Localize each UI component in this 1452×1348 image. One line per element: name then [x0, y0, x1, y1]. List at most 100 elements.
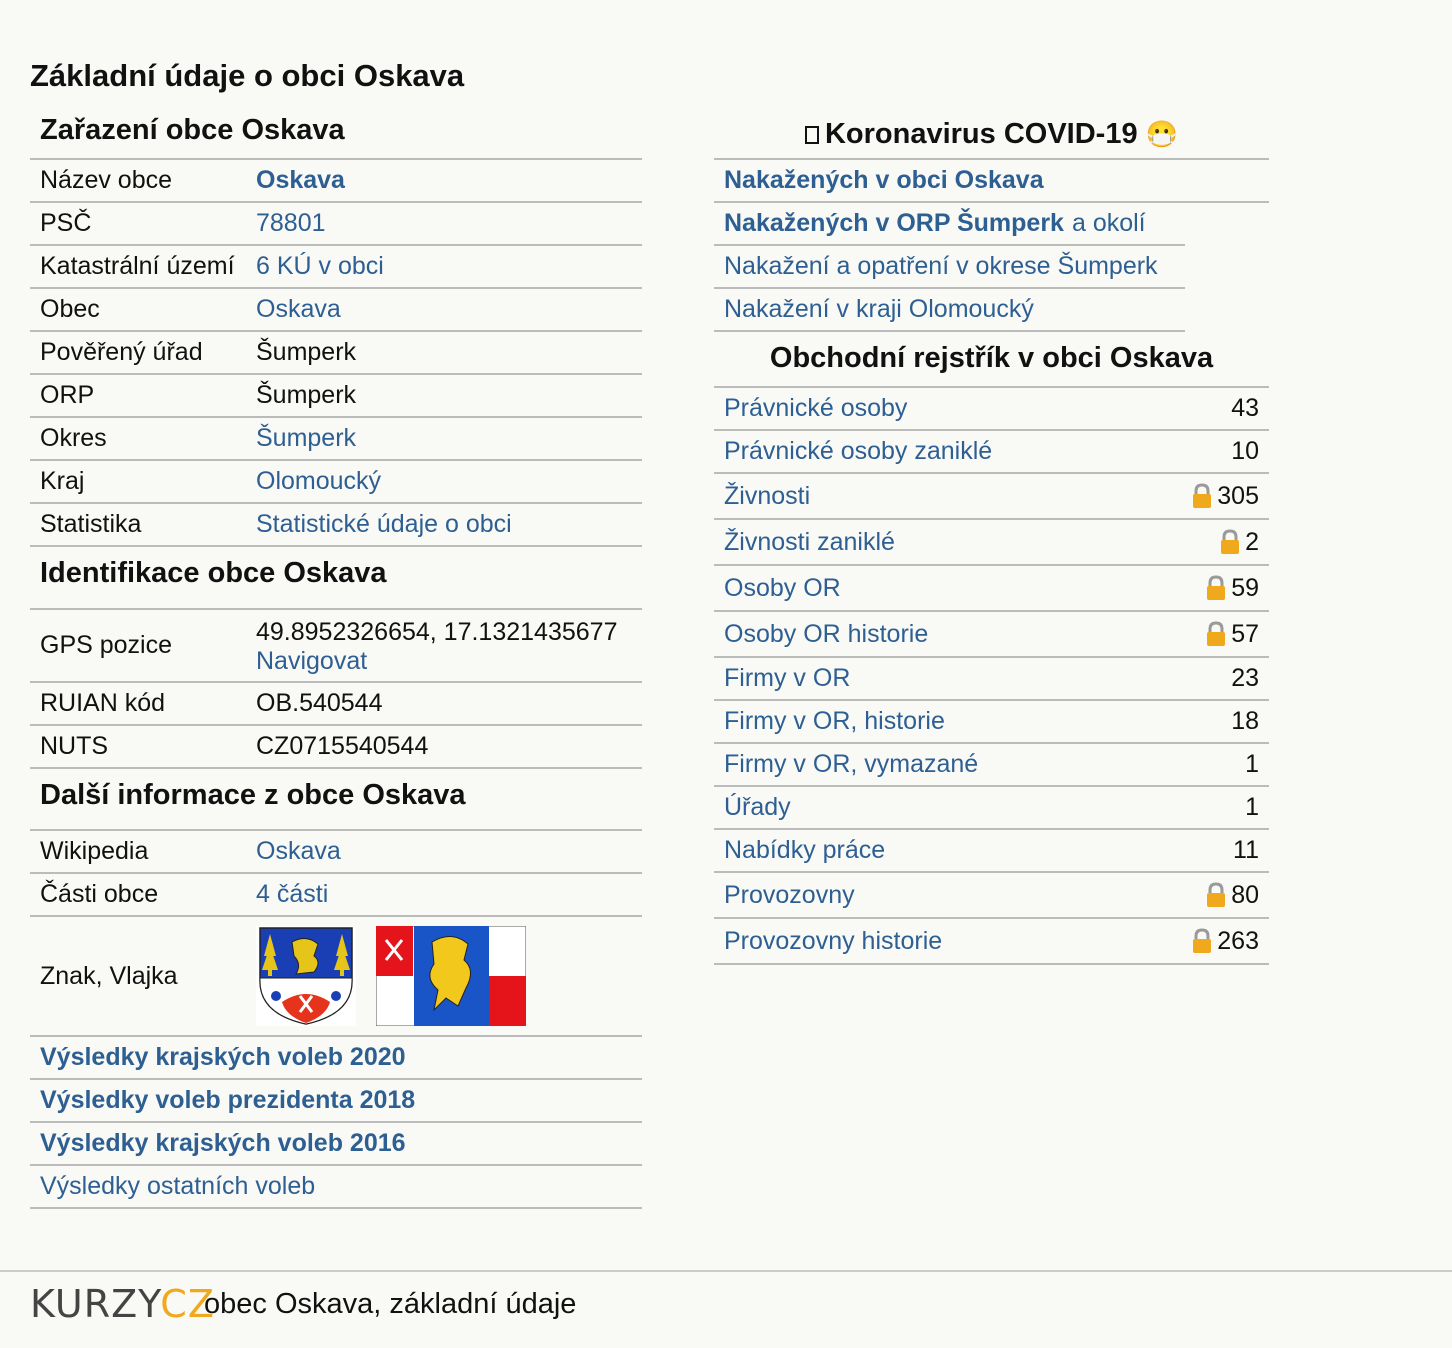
obec-link-2[interactable]: Oskava	[256, 295, 642, 324]
rejstrik-count-cell: 18	[1231, 707, 1259, 736]
rejstrik-row: Nabídky práce 11	[714, 830, 1269, 873]
covid-okres-link[interactable]: Nakažení a opatření v okrese Šumperk	[724, 252, 1158, 281]
identifikace-title: Identifikace obce Oskava	[30, 547, 642, 610]
rejstrik-link[interactable]: Osoby OR historie	[724, 620, 928, 649]
row-okres: Okres Šumperk	[30, 418, 642, 461]
rejstrik-count-cell: 43	[1231, 394, 1259, 423]
covid-obec-link[interactable]: Nakažených v obci Oskava	[724, 166, 1044, 195]
right-column: Koronavirus COVID-19 😷 Nakažených v obci…	[714, 108, 1269, 965]
rejstrik-link[interactable]: Právnické osoby	[724, 394, 907, 423]
lock-icon	[1193, 483, 1212, 508]
rejstrik-link[interactable]: Firmy v OR, historie	[724, 707, 945, 736]
value: Šumperk	[256, 381, 357, 409]
label: Znak, Vlajka	[40, 961, 178, 990]
psc-link[interactable]: 78801	[256, 209, 642, 238]
mask-face-icon: 😷	[1145, 119, 1179, 149]
label: GPS pozice	[40, 631, 173, 659]
label: Katastrální území	[40, 252, 235, 280]
virus-icon	[804, 126, 819, 145]
left-column: Zařazení obce Oskava Název obce Oskava P…	[30, 108, 642, 1209]
navigovat-link[interactable]: Navigovat	[256, 647, 367, 675]
label: Části obce	[40, 880, 159, 908]
rejstrik-link[interactable]: Úřady	[724, 793, 791, 822]
row-kraj: Kraj Olomoucký	[30, 461, 642, 504]
kurzy-logo[interactable]: KURZYCZ	[30, 1282, 215, 1326]
value: OB.540544	[256, 689, 383, 717]
emblems	[256, 926, 642, 1026]
label: Obec	[40, 295, 100, 323]
wikipedia-link[interactable]: Oskava	[256, 837, 642, 866]
lock-icon	[1193, 928, 1212, 953]
covid-title-text: Koronavirus COVID-19	[824, 118, 1138, 150]
lock-icon	[1221, 529, 1240, 554]
row-katastr: Katastrální území 6 KÚ v obci	[30, 246, 642, 289]
rejstrik-link[interactable]: Firmy v OR	[724, 664, 850, 693]
volby-ostatni-link[interactable]: Výsledky ostatních voleb	[30, 1166, 642, 1209]
rejstrik-row: Právnické osoby 43	[714, 388, 1269, 431]
covid-kraj-link[interactable]: Nakažení v kraji Olomoucký	[724, 295, 1034, 324]
rejstrik-link[interactable]: Firmy v OR, vymazané	[724, 750, 978, 779]
rejstrik-link[interactable]: Živnosti	[724, 482, 810, 511]
rejstrik-count: 305	[1217, 481, 1259, 510]
obec-link[interactable]: Oskava	[256, 166, 642, 195]
casti-link[interactable]: 4 části	[256, 880, 642, 909]
flag-icon[interactable]	[376, 926, 526, 1026]
rejstrik-count: 80	[1231, 880, 1259, 909]
katastr-link[interactable]: 6 KÚ v obci	[256, 252, 642, 281]
value: Šumperk	[256, 338, 357, 366]
rejstrik-count-cell: 23	[1231, 664, 1259, 693]
label: Okres	[40, 424, 107, 452]
lock-icon	[1207, 575, 1226, 600]
rejstrik-row: Právnické osoby zaniklé 10	[714, 431, 1269, 474]
row-nazev-obce: Název obce Oskava	[30, 160, 642, 203]
rejstrik-row: Osoby OR historie 57	[714, 612, 1269, 658]
rejstrik-link[interactable]: Živnosti zaniklé	[724, 528, 895, 557]
rejstrik-row: Úřady 1	[714, 787, 1269, 830]
label: PSČ	[40, 209, 92, 237]
kraj-link[interactable]: Olomoucký	[256, 467, 642, 496]
rejstrik-link[interactable]: Nabídky práce	[724, 836, 885, 865]
dalsi-title: Další informace z obce Oskava	[30, 769, 642, 831]
volby-2020-link[interactable]: Výsledky krajských voleb 2020	[30, 1037, 642, 1080]
rejstrik-count-cell: 10	[1231, 437, 1259, 466]
rejstrik-row: Firmy v OR 23	[714, 658, 1269, 701]
rejstrik-link[interactable]: Provozovny historie	[724, 927, 942, 956]
statistika-link[interactable]: Statistické údaje o obci	[256, 510, 642, 539]
label: RUIAN kód	[40, 689, 166, 717]
rejstrik-row: Živnosti 305	[714, 474, 1269, 520]
footer: KURZYCZ obec Oskava, základní údaje	[0, 1270, 1452, 1348]
rejstrik-count: 10	[1231, 437, 1259, 465]
covid-title: Koronavirus COVID-19 😷	[714, 108, 1269, 160]
rejstrik-count: 23	[1231, 664, 1259, 692]
label: Wikipedia	[40, 837, 149, 865]
rejstrik-link[interactable]: Osoby OR	[724, 574, 841, 603]
covid-row-kraj: Nakažení v kraji Olomoucký	[714, 289, 1185, 332]
rejstrik-count-cell: 1	[1245, 793, 1259, 822]
okres-link[interactable]: Šumperk	[256, 424, 642, 453]
rejstrik-count-cell: 57	[1205, 620, 1259, 649]
label: ORP	[40, 381, 95, 409]
rejstrik-count: 57	[1231, 619, 1259, 648]
rejstrik-title: Obchodní rejstřík v obci Oskava	[714, 332, 1269, 388]
rejstrik-link[interactable]: Právnické osoby zaniklé	[724, 437, 992, 466]
rejstrik-row: Provozovny historie 263	[714, 919, 1269, 965]
covid-orp-link[interactable]: Nakažených v ORP Šumperk	[724, 209, 1064, 238]
coat-of-arms-icon[interactable]	[256, 926, 356, 1026]
zarazeni-title: Zařazení obce Oskava	[30, 108, 642, 160]
rejstrik-row: Provozovny 80	[714, 873, 1269, 919]
label: Kraj	[40, 467, 85, 495]
rejstrik-row: Firmy v OR, vymazané 1	[714, 744, 1269, 787]
page-title: Základní údaje o obci Oskava	[30, 58, 465, 93]
rejstrik-count: 1	[1245, 793, 1259, 821]
volby-prezident-2018-link[interactable]: Výsledky voleb prezidenta 2018	[30, 1080, 642, 1123]
rejstrik-count-cell: 11	[1233, 836, 1259, 865]
row-gps: GPS pozice 49.8952326654, 17.1321435677 …	[30, 610, 642, 683]
label: NUTS	[40, 732, 109, 760]
volby-2016-link[interactable]: Výsledky krajských voleb 2016	[30, 1123, 642, 1166]
rejstrik-count: 2	[1245, 527, 1259, 556]
row-znak-vlajka: Znak, Vlajka	[30, 917, 642, 1037]
row-nuts: NUTS CZ0715540544	[30, 726, 642, 769]
rejstrik-count: 263	[1217, 926, 1259, 955]
rejstrik-row: Živnosti zaniklé 2	[714, 520, 1269, 566]
rejstrik-link[interactable]: Provozovny	[724, 881, 855, 910]
